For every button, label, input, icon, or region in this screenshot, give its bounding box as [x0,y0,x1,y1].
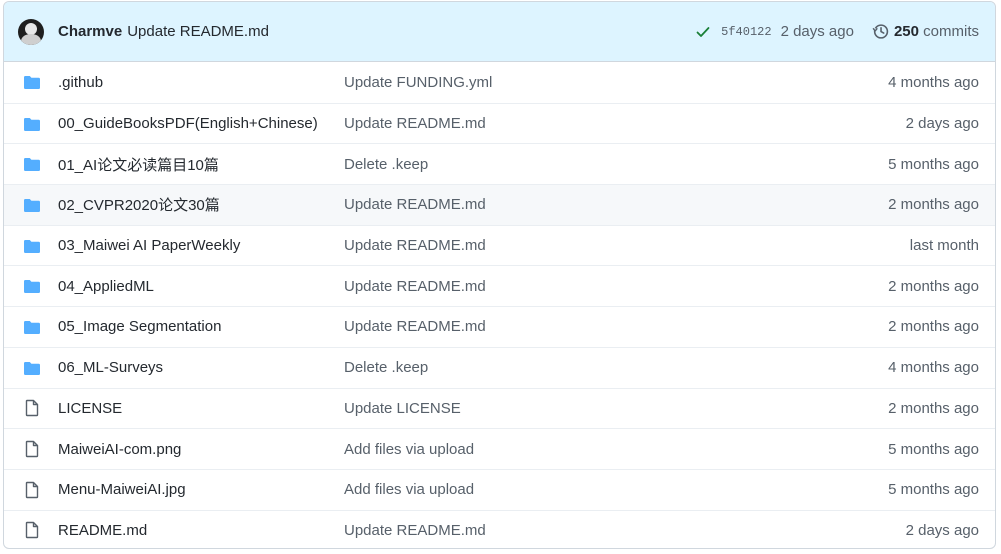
commit-time: 2 months ago [888,399,979,417]
commit-time: 2 months ago [888,196,979,214]
file-name[interactable]: 05_Image Segmentation [58,318,344,335]
list-item: 06_ML-Surveys Delete .keep 4 months ago [4,346,995,388]
folder-icon [22,115,42,133]
list-item: MaiweiAI-com.png Add files via upload 5 … [4,428,995,469]
list-item: README.md Update README.md 2 days ago [4,509,995,548]
commit-time: 2 days ago [905,115,979,133]
commit-message[interactable]: Update README.md [344,115,906,132]
list-item: 04_AppliedML Update README.md 2 months a… [4,265,995,306]
folder-icon [22,155,42,173]
list-item: LICENSE Update LICENSE 2 months ago [4,387,995,429]
commit-author[interactable]: Charmve [58,23,122,40]
commits-link[interactable]: 250 commits [894,23,979,40]
file-icon [22,521,42,539]
commit-message[interactable]: Add files via upload [344,441,888,458]
folder-icon [22,359,42,377]
file-icon [22,440,42,458]
folder-icon [22,73,42,91]
repo-file-browser: Charmve Update README.md 5f40122 2 days … [3,1,996,549]
commit-message[interactable]: Update FUNDING.yml [344,74,888,91]
commit-time: 2 days ago [905,521,979,539]
list-item: Menu-MaiweiAI.jpg Add files via upload 5… [4,468,995,510]
file-name[interactable]: 03_Maiwei AI PaperWeekly [58,237,344,254]
file-name[interactable]: .github [58,74,344,91]
history-icon [872,24,889,39]
commit-time: 4 months ago [888,359,979,377]
file-name[interactable]: 06_ML-Surveys [58,359,344,376]
list-item: 01_AI论文必读篇目10篇 Delete .keep 5 months ago [4,143,995,184]
commit-message[interactable]: Update README.md [344,237,910,254]
file-name[interactable]: LICENSE [58,400,344,417]
commit-time: 5 months ago [888,155,979,173]
list-item: 05_Image Segmentation Update README.md 2… [4,306,995,347]
commit-time: 2 months ago [888,277,979,295]
commit-time: 5 months ago [888,481,979,499]
commit-message[interactable]: Update README.md [344,318,888,335]
folder-icon [22,237,42,255]
commit-time: 4 months ago [888,73,979,91]
folder-icon [22,277,42,295]
commits-label: commits [923,23,979,40]
commits-count: 250 [893,23,919,40]
commit-time: last month [909,237,979,255]
commit-time: 2 months ago [888,318,979,336]
list-item: 02_CVPR2020论文30篇 Update README.md 2 mont… [4,184,995,225]
commit-message[interactable]: Update LICENSE [344,400,888,417]
folder-icon [22,196,42,214]
avatar[interactable] [18,18,44,45]
file-icon [22,399,42,417]
latest-commit-bar: Charmve Update README.md 5f40122 2 days … [4,2,995,62]
file-icon [22,481,42,499]
commit-message[interactable]: Delete .keep [344,359,888,376]
file-name[interactable]: 00_GuideBooksPDF(English+Chinese) [58,115,344,132]
commit-message[interactable]: Add files via upload [344,481,888,498]
commit-message[interactable]: Update README.md [344,522,906,539]
file-name[interactable]: 04_AppliedML [58,278,344,295]
list-item: .github Update FUNDING.yml 4 months ago [4,62,995,103]
latest-commit-message[interactable]: Update README.md [127,23,269,40]
check-icon[interactable] [695,24,711,40]
file-name[interactable]: Menu-MaiweiAI.jpg [58,481,344,498]
file-list: .github Update FUNDING.yml 4 months ago … [4,62,995,548]
file-name[interactable]: README.md [58,522,344,539]
commit-age: 2 days ago [780,23,854,40]
list-item: 00_GuideBooksPDF(English+Chinese) Update… [4,102,995,144]
list-item: 03_Maiwei AI PaperWeekly Update README.m… [4,224,995,266]
file-name[interactable]: MaiweiAI-com.png [58,441,344,458]
commit-message[interactable]: Delete .keep [344,156,888,173]
file-name[interactable]: 02_CVPR2020论文30篇 [58,194,344,215]
commit-time: 5 months ago [888,440,979,458]
file-name[interactable]: 01_AI论文必读篇目10篇 [58,154,344,175]
folder-icon [22,318,42,336]
commit-message[interactable]: Update README.md [344,278,888,295]
commit-sha[interactable]: 5f40122 [721,25,771,39]
commit-message[interactable]: Update README.md [344,196,888,213]
